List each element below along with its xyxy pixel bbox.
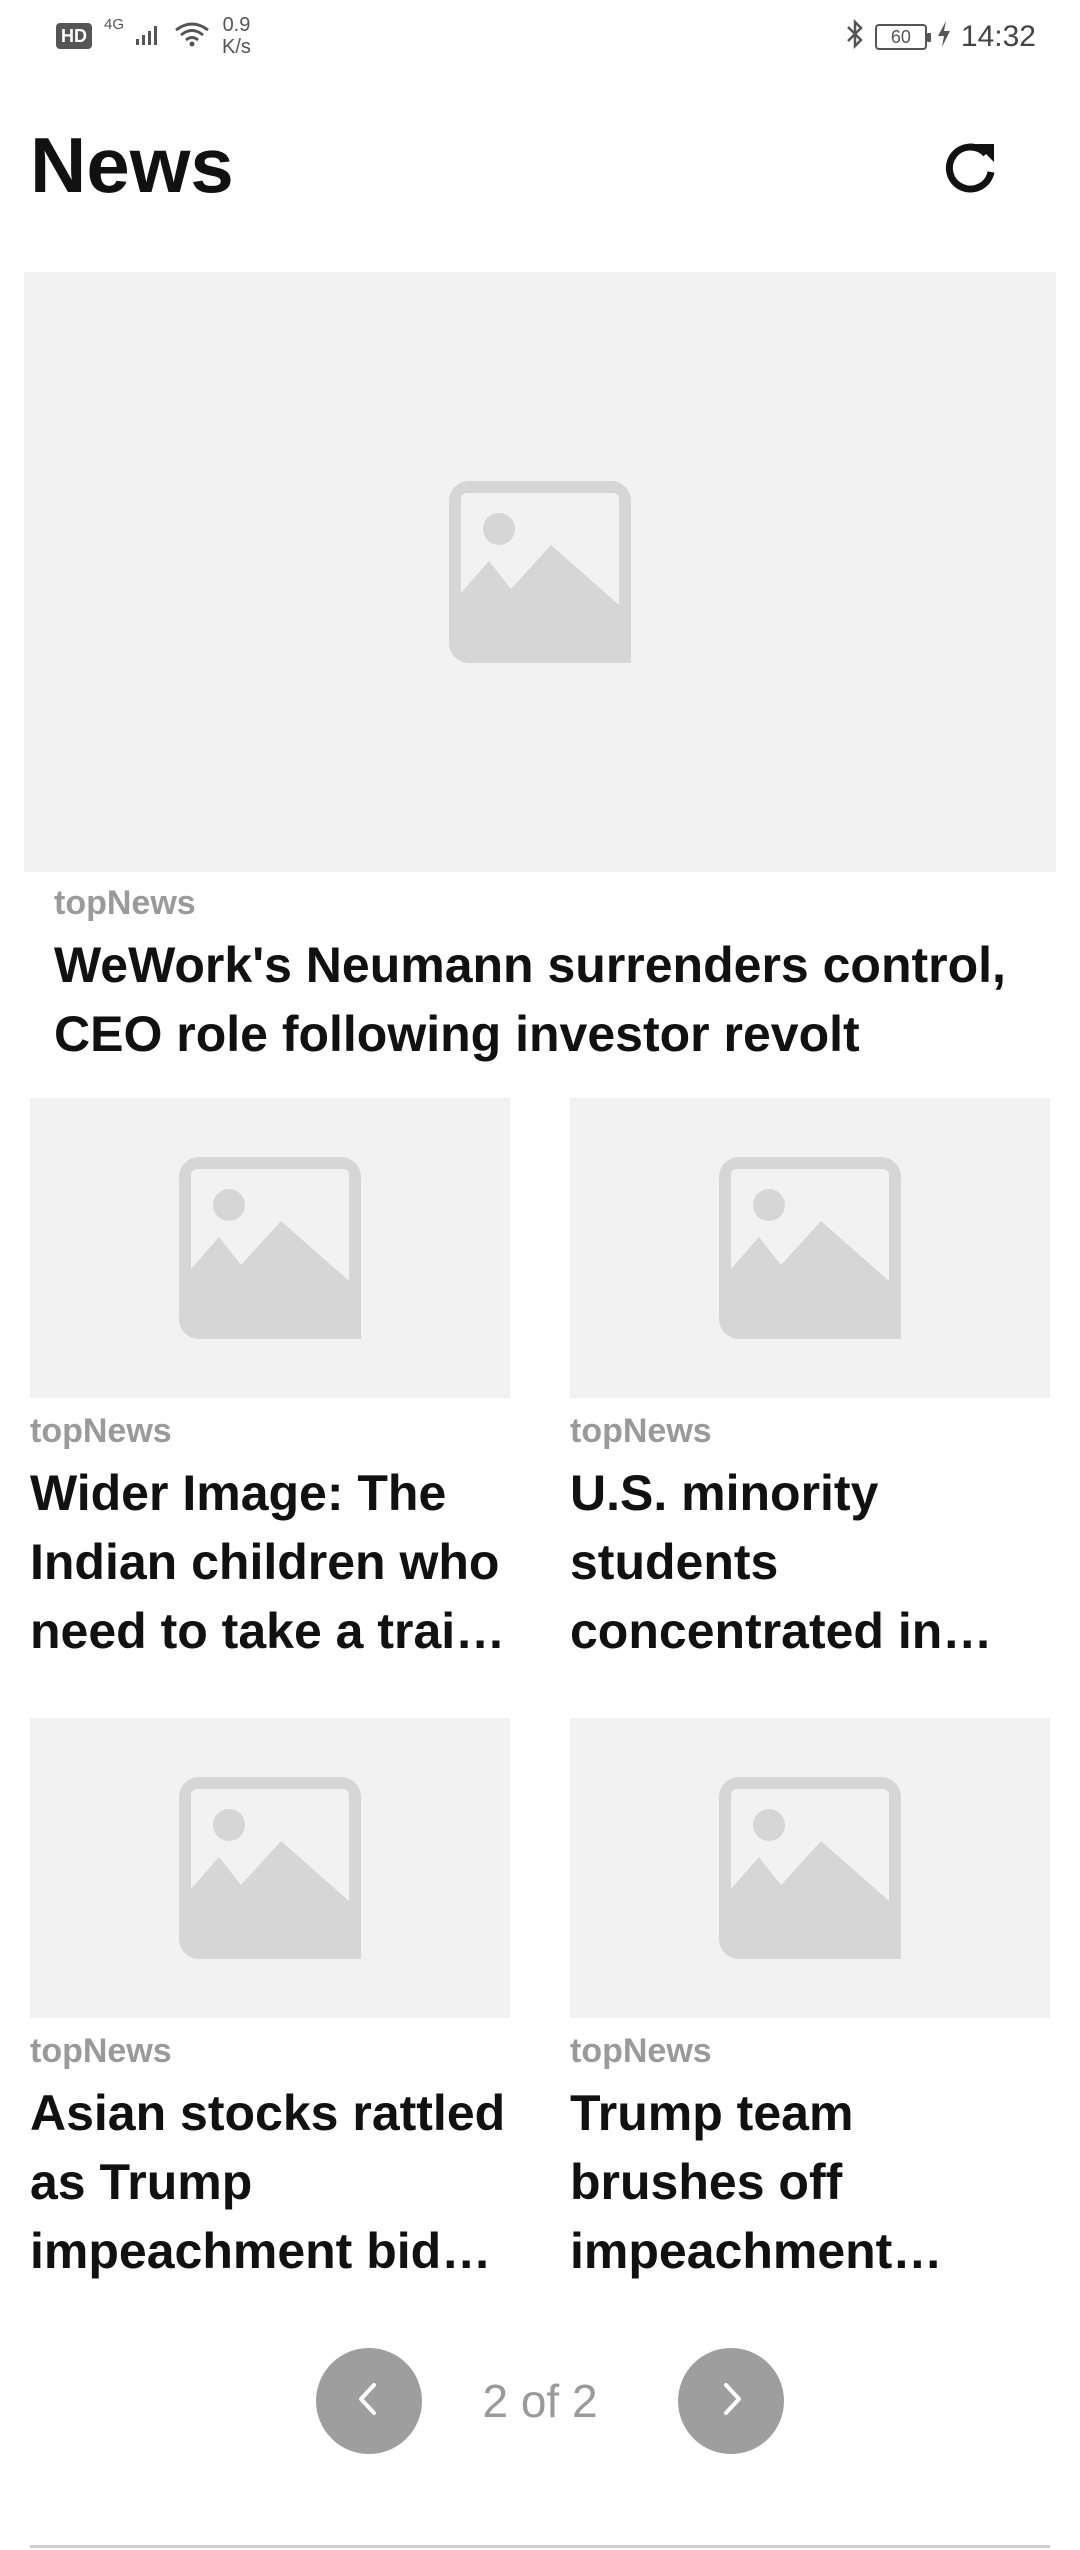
- article-source: topNews: [30, 1412, 172, 1450]
- featured-image-placeholder: [24, 272, 1056, 872]
- article-card[interactable]: topNews Trump team brushes off impeachme…: [570, 1718, 1050, 2286]
- hd-badge: HD: [56, 23, 92, 49]
- speed-unit: K/s: [222, 36, 251, 58]
- article-image-placeholder: [570, 1718, 1050, 2018]
- charging-icon: [937, 21, 951, 52]
- bluetooth-icon: [845, 18, 865, 55]
- article-image-placeholder: [30, 1098, 510, 1398]
- article-headline: U.S. minority students concentrated in h…: [570, 1465, 943, 1659]
- chevron-right-icon: [711, 2379, 751, 2424]
- network-speed: 0.9 K/s: [222, 14, 251, 58]
- pagination: 2 of 2: [0, 2348, 1080, 2454]
- article-headline: Trump team brushes off impeachment inqui…: [570, 2085, 893, 2279]
- article-image-placeholder: [30, 1718, 510, 2018]
- battery-indicator: 60: [874, 23, 931, 50]
- page-title: News: [30, 121, 234, 209]
- article-source: topNews: [570, 1412, 712, 1450]
- article-card[interactable]: topNews Asian stocks rattled as Trump im…: [30, 1718, 510, 2286]
- signal-icon: [136, 23, 162, 50]
- status-right: 60 14:32: [845, 18, 1036, 55]
- article-headline: WeWork's Neumann surrenders control, CEO…: [54, 937, 1006, 1062]
- featured-article[interactable]: topNews WeWork's Neumann surrenders cont…: [24, 272, 1056, 1069]
- image-placeholder-icon: [179, 1157, 361, 1339]
- refresh-button[interactable]: [930, 130, 1010, 210]
- status-left: HD 4G 0.9 K/s: [56, 14, 251, 58]
- network-type: 4G: [104, 16, 125, 33]
- article-headline: Wider Image: The Indian children who nee…: [30, 1465, 500, 1659]
- status-bar: HD 4G 0.9 K/s 60 14:32: [0, 0, 1080, 76]
- image-placeholder-icon: [179, 1777, 361, 1959]
- speed-value: 0.9: [222, 14, 251, 36]
- chevron-left-icon: [349, 2379, 389, 2424]
- image-placeholder-icon: [719, 1777, 901, 1959]
- image-placeholder-icon: [449, 481, 631, 663]
- article-source: topNews: [570, 2032, 712, 2070]
- wifi-icon: [174, 21, 210, 52]
- app-header: News: [0, 100, 1080, 230]
- next-page-button[interactable]: [678, 2348, 784, 2454]
- article-source: topNews: [54, 884, 196, 922]
- bottom-divider: [30, 2545, 1050, 2548]
- previous-page-button[interactable]: [316, 2348, 422, 2454]
- page-indicator: 2 of 2: [482, 2375, 598, 2427]
- clock: 14:32: [960, 19, 1036, 53]
- refresh-icon: [940, 138, 1000, 203]
- article-headline: Asian stocks rattled as Trump impeachmen…: [30, 2085, 506, 2279]
- article-source: topNews: [30, 2032, 172, 2070]
- image-placeholder-icon: [719, 1157, 901, 1339]
- article-card[interactable]: topNews Wider Image: The Indian children…: [30, 1098, 510, 1666]
- article-image-placeholder: [570, 1098, 1050, 1398]
- article-card[interactable]: topNews U.S. minority students concentra…: [570, 1098, 1050, 1666]
